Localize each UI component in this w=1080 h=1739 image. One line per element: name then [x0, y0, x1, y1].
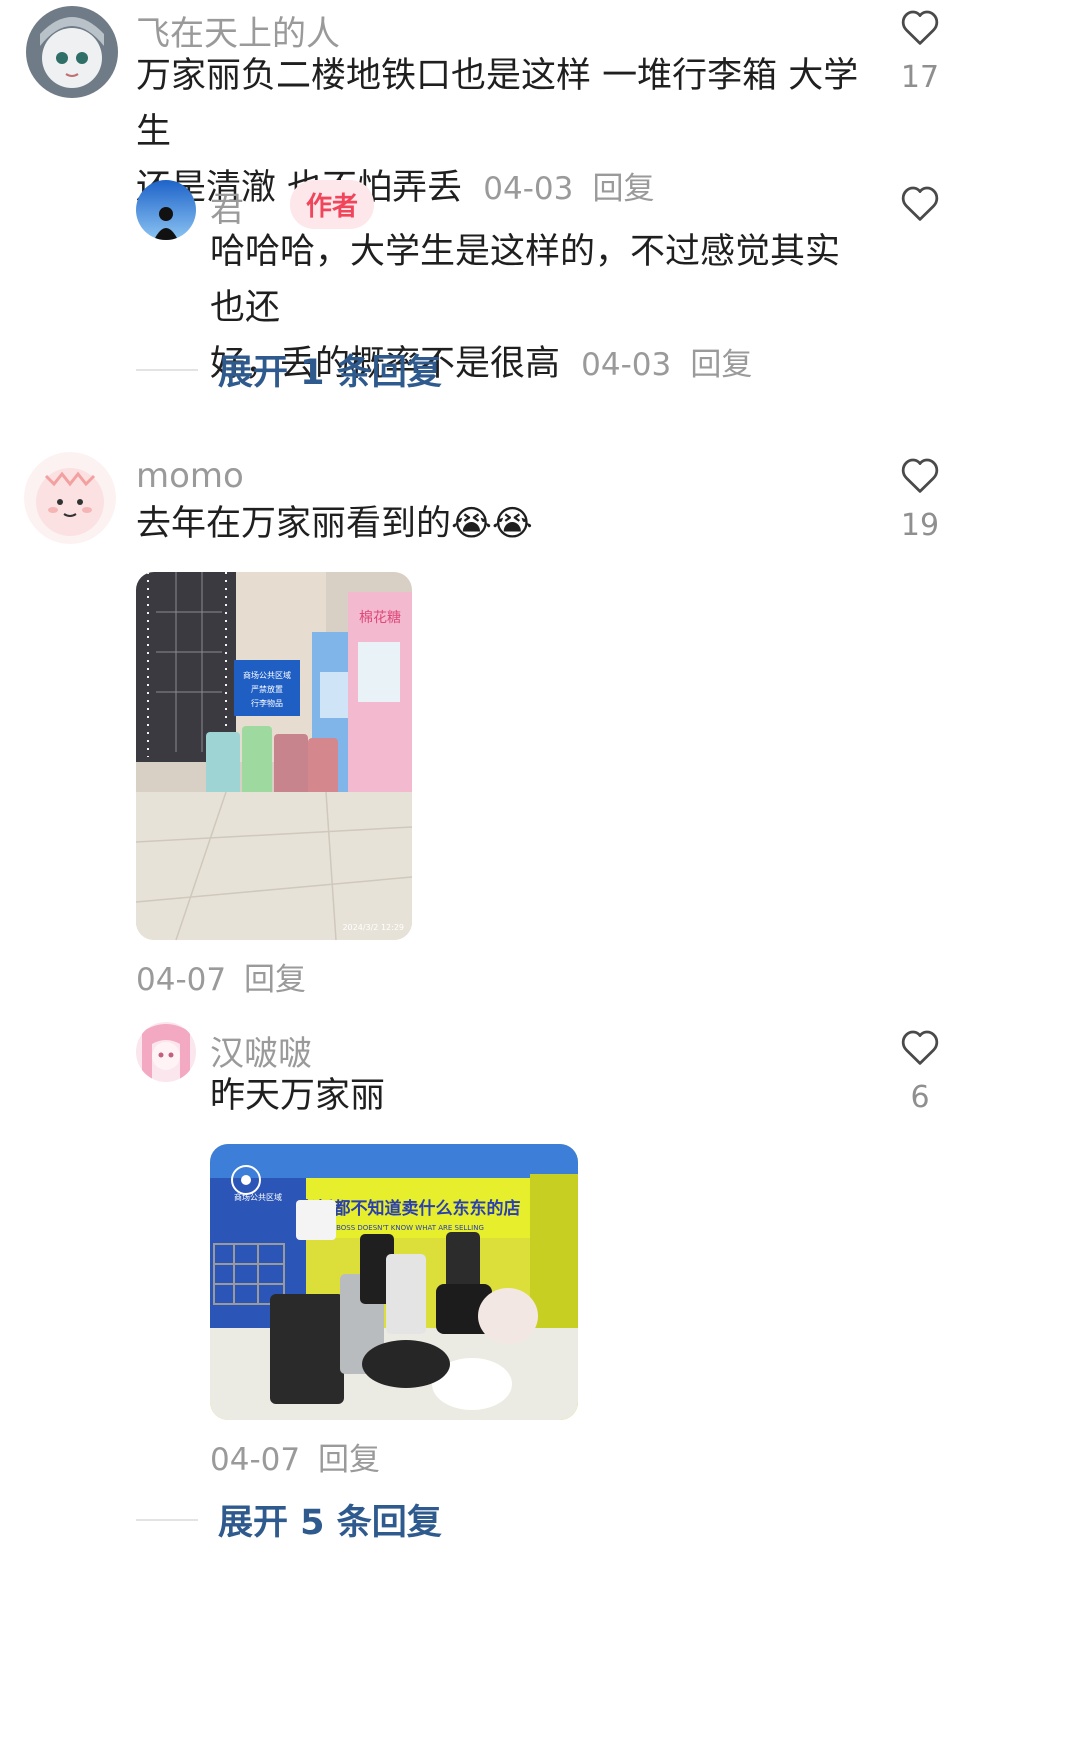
photo-timestamp: 2024/3/2 12:29	[342, 923, 404, 932]
comment-date: 04-07	[136, 962, 227, 998]
divider	[136, 368, 198, 371]
reply-text: 昨天万家丽	[210, 1076, 386, 1116]
comment-photo[interactable]: 商场公共区域 严禁放置 行李物品 棉花糖 2024/3/2 12:29	[136, 572, 412, 940]
like-button[interactable]: 17	[885, 8, 955, 96]
like-button[interactable]	[885, 184, 955, 222]
comment-text: 万家丽负二楼地铁口也是这样 一堆行李箱 大学生 还是清澈 也不怕弄丢 04-03…	[136, 48, 866, 217]
comment-date: 04-03	[483, 171, 574, 207]
expand-replies-label: 展开 1 条回复	[218, 353, 442, 393]
divider	[136, 1518, 198, 1521]
sign-text: 商场公共区域	[243, 670, 291, 680]
expand-replies-label: 展开 5 条回复	[218, 1503, 442, 1543]
like-count: 6	[910, 1080, 930, 1115]
avatar[interactable]	[136, 1022, 196, 1082]
reply-date: 04-07	[210, 1442, 301, 1478]
comment-meta: 04-07 回复	[136, 954, 306, 999]
comment-text-line: 还是清澈 也不怕弄丢 04-03 回复	[136, 160, 866, 217]
heart-outline-icon	[901, 1030, 939, 1065]
svg-text:严禁放置: 严禁放置	[251, 684, 283, 694]
reply-button[interactable]: 回复	[690, 347, 752, 383]
comment-text-body: 去年在万家丽看到的	[136, 504, 452, 544]
heart-outline-icon	[901, 10, 939, 45]
svg-text:行李物品: 行李物品	[251, 698, 283, 708]
heart-outline-icon	[901, 186, 939, 221]
comment-photo[interactable]: 老板都不知道卖什么东东的店 BOSS DOESN'T KNOW WHAT ARE…	[210, 1144, 578, 1420]
comment-text: 去年在万家丽看到的😭😭	[136, 496, 866, 552]
expand-replies-button[interactable]: 展开 1 条回复	[136, 344, 442, 395]
like-button[interactable]: 6	[885, 1028, 955, 1116]
avatar[interactable]	[26, 6, 118, 98]
reply-text-line: 哈哈哈，大学生是这样的，不过感觉其实也还	[210, 232, 841, 328]
expand-replies-button[interactable]: 展开 5 条回复	[136, 1494, 442, 1545]
machine-text: 棉花糖	[359, 609, 401, 626]
reply-button[interactable]: 回复	[244, 962, 306, 998]
reply-date: 04-03	[581, 347, 672, 383]
like-button[interactable]: 19	[885, 456, 955, 544]
comment-username[interactable]: momo	[136, 456, 244, 496]
svg-text:BOSS DOESN'T KNOW WHAT ARE SEL: BOSS DOESN'T KNOW WHAT ARE SELLING	[336, 1224, 484, 1232]
reply-button[interactable]: 回复	[593, 171, 655, 207]
reply-button[interactable]: 回复	[318, 1442, 380, 1478]
avatar[interactable]	[136, 180, 196, 240]
avatar[interactable]	[24, 452, 116, 544]
reply-meta: 04-07 回复	[210, 1434, 380, 1479]
like-count: 19	[900, 508, 940, 543]
comment-text-line: 万家丽负二楼地铁口也是这样 一堆行李箱 大学生	[136, 56, 859, 152]
heart-outline-icon	[901, 458, 939, 493]
like-count: 17	[900, 60, 940, 95]
author-badge: 作者	[290, 180, 375, 229]
crying-emoji: 😭😭	[451, 504, 533, 544]
